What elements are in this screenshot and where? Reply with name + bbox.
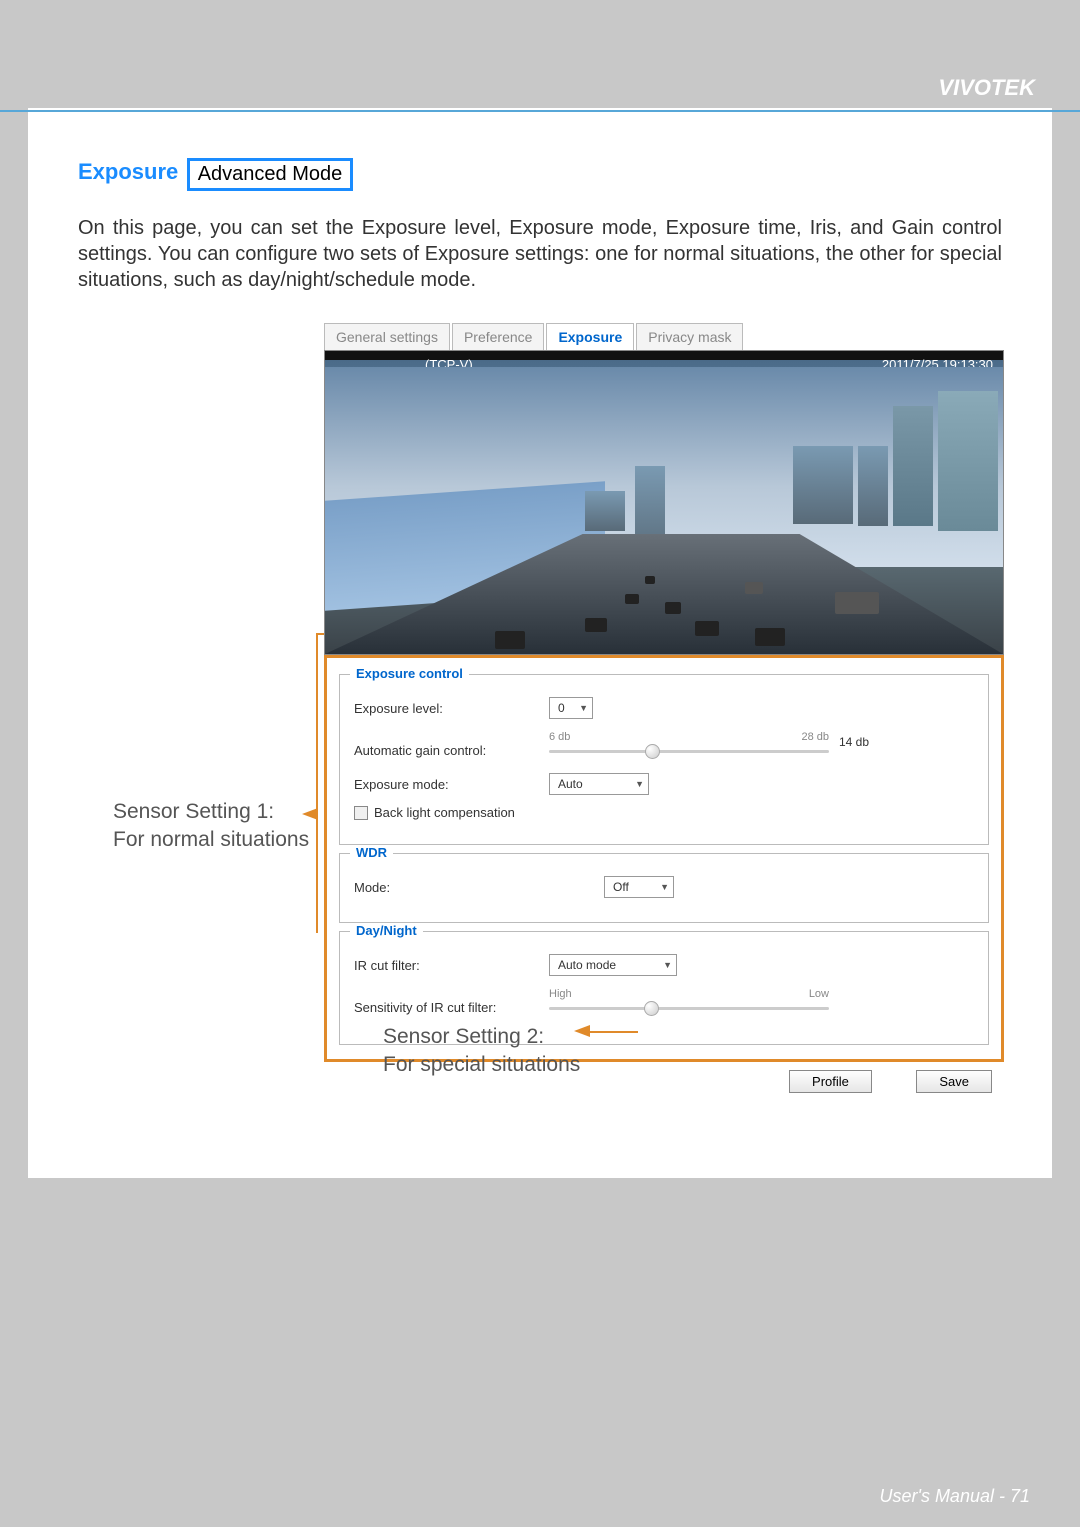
ir-sens-slider[interactable]: High Low (549, 994, 829, 1020)
callout-sensor-2-line1: Sensor Setting 2: (383, 1023, 580, 1051)
tab-preference[interactable]: Preference (452, 323, 544, 350)
exposure-legend: Exposure control (350, 666, 469, 681)
wdr-fieldset: WDR Mode: Off ▼ (339, 853, 989, 923)
page-footer: User's Manual - 71 (880, 1486, 1031, 1507)
save-button[interactable]: Save (916, 1070, 992, 1093)
callout-sensor-2-line2: For special situations (383, 1051, 580, 1079)
agc-max-label: 28 db (801, 731, 829, 743)
intro-paragraph: On this page, you can set the Exposure l… (78, 215, 1002, 293)
callout-sensor-1-line2: For normal situations (113, 826, 309, 854)
callout-sensor-2: Sensor Setting 2: For special situations (383, 1023, 580, 1080)
agc-slider[interactable]: 6 db 28 db 14 db (549, 737, 829, 763)
blc-checkbox[interactable] (354, 806, 368, 820)
exposure-mode-value: Auto (558, 777, 583, 791)
callout-line-2 (588, 1031, 638, 1033)
ircut-label: IR cut filter: (354, 958, 549, 973)
callout-line-1 (316, 633, 318, 933)
tab-exposure[interactable]: Exposure (546, 323, 634, 350)
chevron-down-icon: ▼ (660, 882, 669, 892)
chevron-down-icon: ▼ (635, 779, 644, 789)
ircut-value: Auto mode (558, 958, 616, 972)
wdr-mode-select[interactable]: Off ▼ (604, 876, 674, 898)
agc-knob[interactable] (645, 744, 660, 759)
ircut-select[interactable]: Auto mode ▼ (549, 954, 677, 976)
header-divider (0, 110, 1080, 112)
agc-label: Automatic gain control: (354, 729, 549, 758)
brand: VIVOTEK (938, 75, 1035, 101)
tab-general[interactable]: General settings (324, 323, 450, 350)
wdr-mode-value: Off (613, 880, 629, 894)
callout-line-1b (316, 633, 324, 635)
camera-preview: (TCP-V) 2011/7/25 19:13:30 (324, 350, 1004, 655)
advanced-mode-badge: Advanced Mode (187, 158, 354, 191)
settings-ui-panel: General settings Preference Exposure Pri… (324, 323, 1004, 1093)
profile-button[interactable]: Profile (789, 1070, 872, 1093)
agc-value: 14 db (839, 735, 869, 749)
exposure-level-value: 0 (558, 701, 565, 715)
exposure-mode-select[interactable]: Auto ▼ (549, 773, 649, 795)
tabs: General settings Preference Exposure Pri… (324, 323, 1004, 350)
wdr-mode-label: Mode: (354, 880, 604, 895)
sensor-setting-1-box: Exposure control Exposure level: 0 ▼ Aut… (324, 654, 1004, 1062)
callout-sensor-1-line1: Sensor Setting 1: (113, 798, 309, 826)
exposure-control-fieldset: Exposure control Exposure level: 0 ▼ Aut… (339, 674, 989, 845)
wdr-legend: WDR (350, 845, 393, 860)
ir-sens-label: Sensitivity of IR cut filter: (354, 986, 549, 1015)
daynight-legend: Day/Night (350, 923, 423, 938)
agc-min-label: 6 db (549, 731, 570, 743)
blc-label: Back light compensation (374, 805, 515, 820)
exposure-mode-label: Exposure mode: (354, 777, 549, 792)
ir-sens-high-label: High (549, 988, 572, 1000)
tab-privacy[interactable]: Privacy mask (636, 323, 743, 350)
ir-sens-low-label: Low (809, 988, 829, 1000)
chevron-down-icon: ▼ (663, 960, 672, 970)
chevron-down-icon: ▼ (579, 703, 588, 713)
section-title: Exposure (78, 159, 178, 185)
exposure-level-label: Exposure level: (354, 701, 549, 716)
ir-sens-knob[interactable] (644, 1001, 659, 1016)
callout-sensor-1: Sensor Setting 1: For normal situations (113, 798, 309, 855)
exposure-level-select[interactable]: 0 ▼ (549, 697, 593, 719)
